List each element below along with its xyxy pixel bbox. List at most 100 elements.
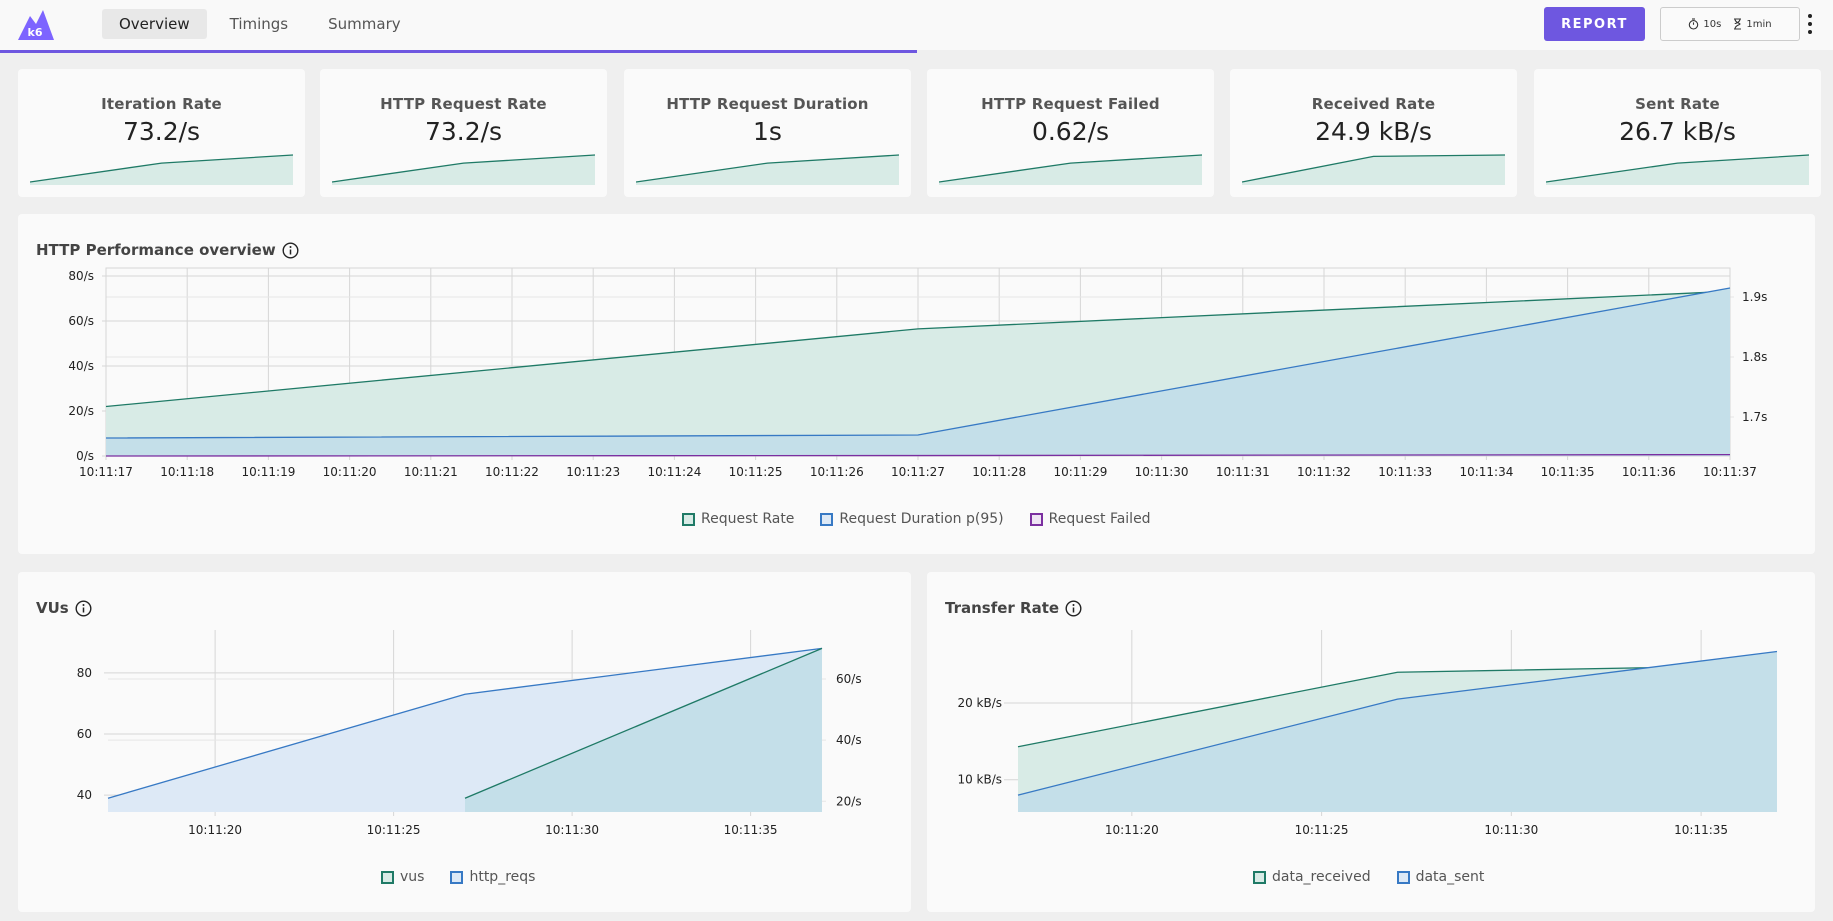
transfer-rate-panel: Transfer Rate 10 kB/s 20 kB/s 10:11:20 10:1… — [927, 572, 1815, 912]
y-right-tick-label: 1.7s — [1742, 410, 1767, 424]
y-tick-label: 60/s — [68, 314, 94, 328]
x-tick-label: 10:11:35 — [724, 823, 778, 837]
x-tick-label: 10:11:33 — [1378, 465, 1432, 479]
legend-swatch-blue — [450, 870, 464, 884]
x-tick-label: 10:11:25 — [1295, 823, 1349, 837]
y-tick-label: 10 kB/s — [957, 773, 1002, 787]
stat-card: Sent Rate 26.7 kB/s — [1534, 69, 1821, 197]
y-tick-label: 80 — [77, 666, 92, 680]
y-tick-label: 20/s — [68, 404, 94, 418]
stat-value: 1s — [753, 117, 782, 146]
legend-label: vus — [400, 869, 425, 885]
stat-value: 73.2/s — [424, 117, 503, 146]
sparkline-area — [939, 155, 1202, 185]
sparkline-area — [636, 155, 899, 185]
nav-tabs: Overview Timings Summary — [102, 9, 418, 39]
tab-summary[interactable]: Summary — [311, 9, 418, 39]
stat-card: HTTP Request Failed 0.62/s — [927, 69, 1214, 197]
x-tick-label: 10:11:37 — [1703, 465, 1757, 479]
legend-label: data_sent — [1415, 869, 1485, 885]
x-tick-label: 10:11:30 — [1484, 823, 1538, 837]
transfer-rate-chart[interactable]: 10 kB/s 20 kB/s 10:11:20 10:11:25 10:11:30 10… — [927, 572, 1815, 872]
legend-swatch-green — [1253, 870, 1266, 884]
legend-label: data_received — [1272, 869, 1371, 885]
tab-overview[interactable]: Overview — [102, 9, 207, 39]
legend-request-failed[interactable]: Request Failed — [1029, 511, 1151, 527]
stat-card: Received Rate 24.9 kB/s — [1230, 69, 1517, 197]
legend-label: Request Duration p(95) — [839, 511, 1004, 527]
x-tick-label: 10:11:25 — [367, 823, 421, 837]
sparkline-area — [1546, 155, 1809, 185]
vus-chart[interactable]: 40 60 80 20/s 40/s 60/s 10:11:20 10:11:25 10:11:… — [18, 572, 911, 872]
legend-request-rate[interactable]: Request Rate — [682, 511, 794, 527]
x-tick-label: 10:11:31 — [1216, 465, 1270, 479]
legend-swatch-blue — [820, 512, 834, 526]
top-bar: k6 Overview Timings Summary REPORT 10s 1… — [0, 0, 1833, 50]
legend-swatch-blue — [1396, 870, 1410, 884]
x-tick-label: 10:11:29 — [1053, 465, 1107, 479]
x-tick-label: 10:11:22 — [485, 465, 539, 479]
y-right-tick-label: 60/s — [836, 672, 862, 686]
y-tick-label: 80/s — [68, 269, 94, 283]
y-tick-label: 0/s — [76, 449, 94, 463]
x-tick-label: 10:11:27 — [891, 465, 945, 479]
stat-value: 73.2/s — [122, 117, 201, 146]
y-tick-label: 40/s — [68, 359, 94, 373]
more-options-icon[interactable] — [1806, 12, 1814, 36]
legend-http-reqs[interactable]: http_reqs — [450, 869, 535, 885]
x-tick-label: 10:11:20 — [323, 465, 377, 479]
x-tick-label: 10:11:20 — [188, 823, 242, 837]
stat-title: Sent Rate — [1635, 95, 1720, 113]
k6-logo-icon[interactable]: k6 — [16, 6, 56, 42]
x-tick-label: 10:11:23 — [566, 465, 620, 479]
x-tick-label: 10:11:28 — [972, 465, 1026, 479]
x-tick-label: 10:11:24 — [647, 465, 701, 479]
x-tick-label: 10:11:36 — [1622, 465, 1676, 479]
y-tick-label: 60 — [77, 727, 92, 741]
stat-card: HTTP Request Rate 73.2/s — [320, 69, 607, 197]
legend-swatch-green — [682, 512, 695, 526]
y-tick-label: 20 kB/s — [957, 696, 1002, 710]
y-tick-label: 40 — [77, 788, 92, 802]
http-performance-chart[interactable]: 0/s 20/s 40/s 60/s 80/s 1.7s 1.8s 1.9s 10:11:17 1… — [18, 214, 1815, 514]
x-tick-label: 10:11:17 — [79, 465, 133, 479]
refresh-interval: 10s — [1688, 18, 1721, 30]
sparkline-chart — [1546, 154, 1809, 185]
stat-value: 0.62/s — [1031, 117, 1110, 146]
stat-title: HTTP Request Rate — [380, 95, 547, 113]
x-tick-label: 10:11:18 — [160, 465, 214, 479]
legend-label: Request Rate — [701, 511, 795, 527]
time-settings-button[interactable]: 10s 1min — [1660, 7, 1800, 41]
legend-data-received[interactable]: data_received — [1253, 869, 1371, 885]
time-range-value: 1min — [1746, 18, 1772, 30]
hourglass-icon — [1734, 18, 1742, 30]
tab-timings[interactable]: Timings — [213, 9, 306, 39]
progress-bar — [0, 50, 917, 53]
legend-data-sent[interactable]: data_sent — [1396, 869, 1485, 885]
x-tick-label: 10:11:21 — [404, 465, 458, 479]
refresh-interval-value: 10s — [1703, 18, 1722, 30]
stat-title: HTTP Request Duration — [666, 95, 869, 113]
sparkline-chart — [939, 154, 1202, 185]
stat-value: 24.9 kB/s — [1315, 117, 1432, 146]
sparkline-area — [30, 155, 293, 185]
stat-card: HTTP Request Duration 1s — [624, 69, 911, 197]
stat-title: HTTP Request Failed — [981, 95, 1160, 113]
sparkline-chart — [636, 154, 899, 185]
report-button[interactable]: REPORT — [1544, 7, 1645, 41]
y-right-tick-label: 40/s — [836, 733, 862, 747]
stopwatch-icon — [1689, 18, 1699, 30]
vus-panel: VUs 40 60 80 20/s 40/s 60/s 10:11:20 10:11:25 10… — [18, 572, 911, 912]
sparkline-area — [1242, 155, 1505, 185]
sparkline-area — [332, 155, 595, 185]
sparkline-chart — [1242, 154, 1505, 185]
chart-legend: vus http_reqs — [381, 869, 535, 885]
x-tick-label: 10:11:35 — [1674, 823, 1728, 837]
legend-label: Request Failed — [1048, 511, 1151, 527]
legend-swatch-purple — [1029, 512, 1043, 526]
x-tick-label: 10:11:20 — [1105, 823, 1159, 837]
legend-request-duration[interactable]: Request Duration p(95) — [820, 511, 1004, 527]
chart-legend: Request Rate Request Duration p(95) Requ… — [682, 511, 1151, 527]
x-tick-label: 10:11:19 — [241, 465, 295, 479]
legend-vus[interactable]: vus — [381, 869, 424, 885]
